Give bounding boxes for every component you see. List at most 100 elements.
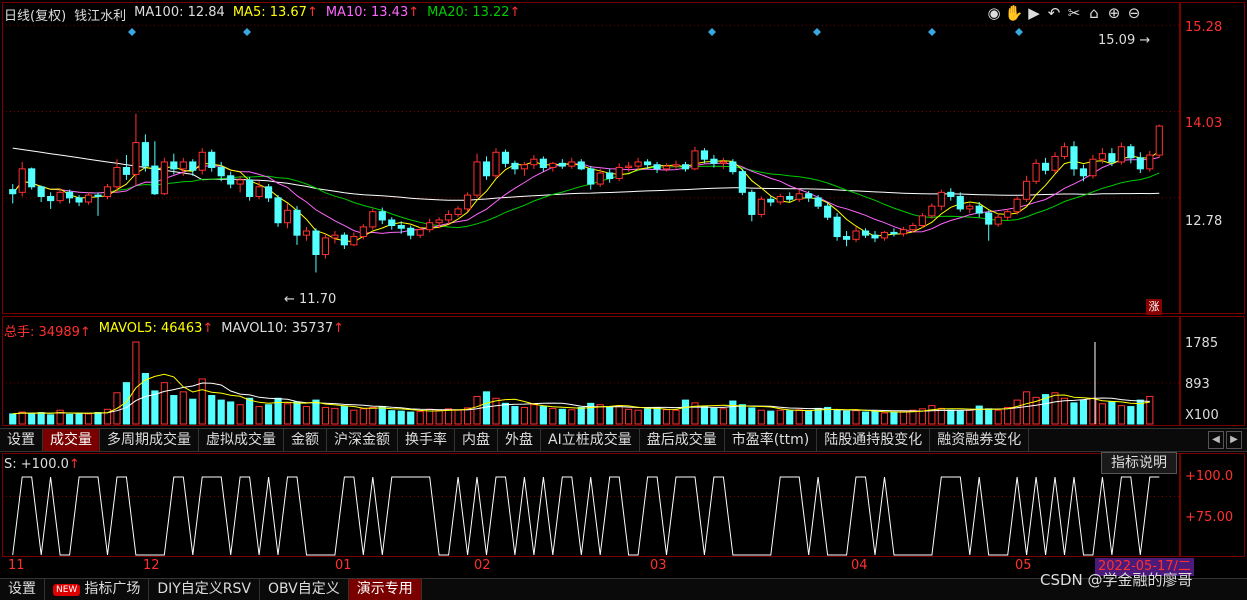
volume-chart[interactable] [2,316,1180,426]
candle-body [880,231,889,239]
candle-body [293,209,301,236]
bottom-tab-obv[interactable]: OBV自定义 [260,579,349,600]
tab-13[interactable]: 融资融券变化 [930,429,1030,451]
tab-2[interactable]: 多周期成交量 [100,429,199,451]
volume-bar [321,406,330,425]
candle-body [634,161,642,167]
volume-bar [966,409,974,425]
candle-body [283,209,292,224]
candle-body [662,165,671,170]
price-axis-pane [1180,2,1245,314]
candle-body [501,151,510,164]
volume-bar [473,395,481,425]
volume-bar [66,413,74,425]
candle-body [1079,168,1088,177]
tab-scroll-right[interactable]: ▶ [1226,431,1242,449]
candle-body [217,166,225,177]
candle-body [956,195,964,210]
volume-bar [1013,399,1021,425]
candle-body [198,151,206,171]
volume-bar [606,406,614,425]
tab-7[interactable]: 内盘 [455,429,498,451]
tab-12[interactable]: 陆股通持股变化 [817,429,931,451]
volume-bar [985,408,993,425]
candle-body [236,179,244,185]
candle-body [75,197,83,203]
candle-body [255,186,263,197]
candle-body [492,151,500,177]
volume-bar [634,409,642,425]
tab-1[interactable]: 成交量 [43,429,100,451]
volume-bar [1146,395,1154,425]
bottom-tab-diy-rsv[interactable]: DIY自定义RSV [149,579,260,600]
volume-bar [94,412,102,425]
volume-bar [767,410,775,425]
volume-bar [615,405,623,425]
rise-badge[interactable]: 涨 [1146,299,1162,315]
volume-bar [141,372,149,425]
tab-3[interactable]: 虚拟成交量 [199,429,284,451]
volume-bar [255,406,263,425]
volume-bar [899,411,908,425]
candle-body [1089,158,1097,177]
volume-bar [700,406,709,425]
volume-bar [672,409,680,425]
candle-body [861,230,870,236]
candle-body [340,234,348,246]
s-indicator-chart[interactable] [2,453,1180,557]
candle-body [189,161,197,171]
candle-body [757,198,765,215]
candle-body [302,230,311,236]
bottom-tab-settings[interactable]: 设置 [0,579,45,600]
event-marker-icon [243,28,251,36]
candle-body [482,161,491,177]
tab-5[interactable]: 沪深金额 [327,429,398,451]
volume-bar [710,407,718,425]
tab-8[interactable]: 外盘 [498,429,541,451]
candle-body [1136,157,1144,170]
candle-body [577,161,585,170]
candle-body [1127,146,1135,159]
volume-bar [1004,406,1012,425]
volume-bar [9,413,17,425]
candle-body [767,198,775,203]
volume-bar [738,404,746,425]
volume-bar [445,408,453,425]
volume-bar [1079,399,1088,425]
s-axis-mid: +75.00 [1185,510,1234,525]
candle-body [928,205,936,217]
candle-body [274,197,282,224]
candle-body [227,175,235,185]
tab-0[interactable]: 设置 [0,429,43,451]
candle-body [805,193,813,199]
candle-body [530,158,538,166]
price-chart[interactable] [2,2,1180,314]
volume-bar [1023,391,1031,425]
candle-body [520,164,528,170]
time-axis-label: 12 [143,558,160,573]
volume-bar [28,412,36,425]
volume-bar [539,406,547,425]
bottom-tab-indicator-square[interactable]: NEW 指标广场 [45,579,150,600]
volume-bar [236,404,244,425]
tab-6[interactable]: 换手率 [398,429,455,451]
candle-body [66,191,74,199]
volume-bar [264,404,273,425]
volume-bar [1051,392,1059,425]
candle-body [899,229,908,235]
volume-bar [198,378,206,425]
tab-10[interactable]: 盘后成交量 [640,429,725,451]
candle-body [1146,154,1154,170]
volume-bar [388,410,396,425]
tab-11[interactable]: 市盈率(ttm) [725,429,818,451]
tab-4[interactable]: 金额 [284,429,327,451]
candle-body [842,236,851,240]
tab-scroll-left[interactable]: ◀ [1208,431,1224,449]
candle-body [426,222,434,231]
tab-9[interactable]: AI立桩成交量 [541,429,640,451]
volume-bar [378,406,386,425]
volume-bar [842,410,851,425]
candle-body [1004,211,1012,218]
volume-bar [75,412,83,425]
bottom-tab-demo[interactable]: 演示专用 [348,579,422,600]
